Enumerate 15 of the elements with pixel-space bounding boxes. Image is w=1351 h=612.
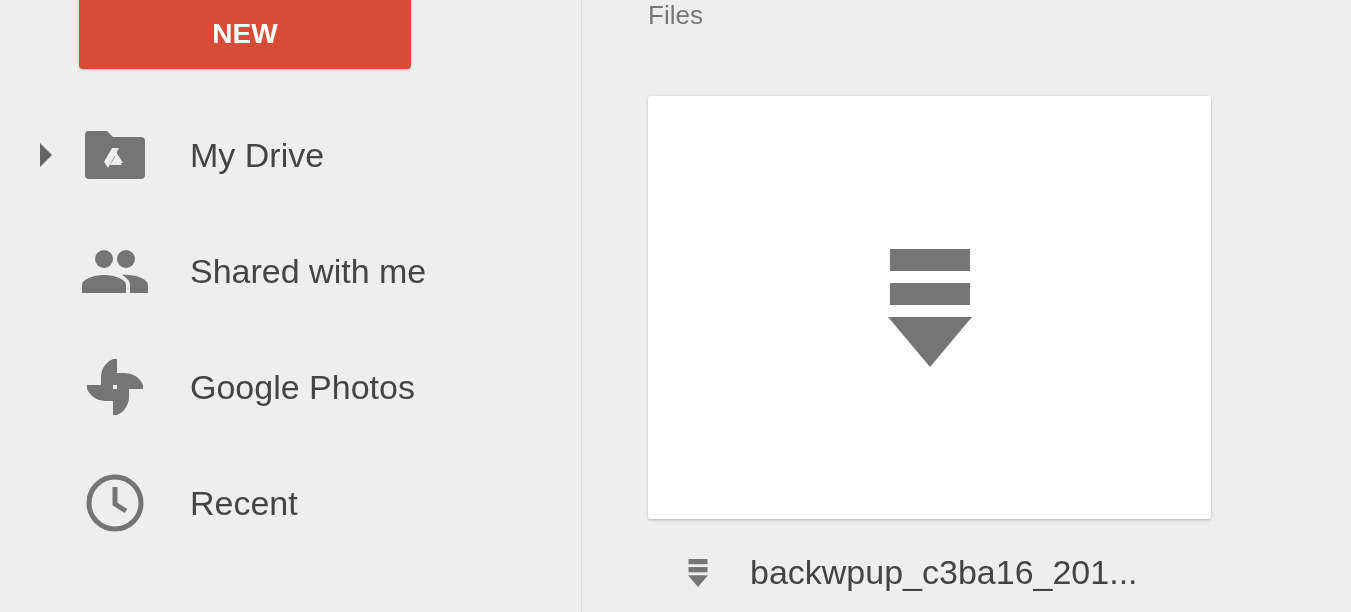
expand-arrow-icon[interactable]	[40, 143, 52, 167]
section-title: Files	[648, 0, 703, 30]
nav-item[interactable]: Recent	[190, 483, 298, 523]
file-thumbnail[interactable]	[648, 96, 1211, 519]
drive-folder-icon	[85, 131, 145, 179]
nav-item[interactable]: Shared with me	[190, 251, 427, 291]
archive-file-icon	[688, 558, 708, 587]
pinwheel-icon	[85, 357, 145, 417]
clock-icon	[85, 473, 145, 533]
people-icon	[82, 249, 148, 293]
nav-item[interactable]: My Drive	[190, 135, 325, 175]
archive-file-icon	[887, 248, 972, 367]
nav-item[interactable]: Google Photos	[190, 367, 415, 407]
file-name[interactable]: backwpup_c3ba16_201...	[750, 553, 1138, 592]
new-button[interactable]: NEW	[79, 0, 411, 69]
